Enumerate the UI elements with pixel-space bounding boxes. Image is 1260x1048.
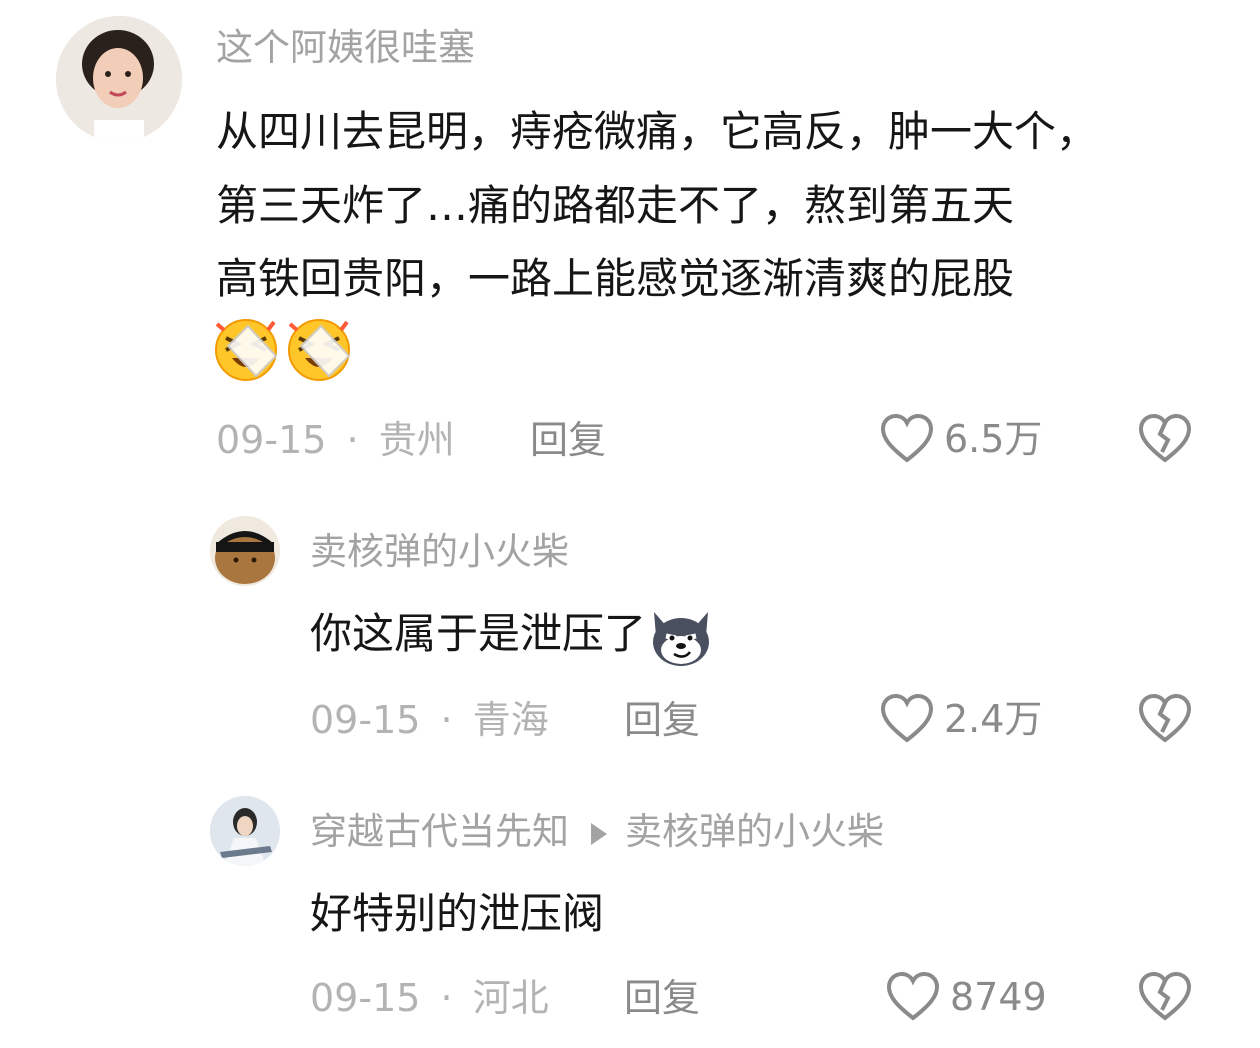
like-count: 2.4万 xyxy=(944,697,1043,741)
broken-heart-icon[interactable] xyxy=(1138,972,1192,1022)
reply-button[interactable]: 回复 xyxy=(624,696,700,744)
comment-date: 09-15 xyxy=(310,976,421,1020)
comment-location: 贵州 xyxy=(378,418,455,462)
comment-username[interactable]: 这个阿姨很哇塞 xyxy=(216,24,475,72)
reply-to-username[interactable]: 卖核弹的小火柴 xyxy=(625,810,884,853)
comment-text-row: 你这属于是泄压了 xyxy=(310,598,716,670)
comment-location: 青海 xyxy=(472,698,549,742)
laughing-crying-emoji xyxy=(288,319,351,381)
heart-icon xyxy=(880,414,934,463)
comment-meta: 09-15 · 青海 xyxy=(310,696,549,744)
comment-text-line: 高铁回贵阳，一路上能感觉逐渐清爽的屁股 xyxy=(216,254,1015,303)
meta-separator: · xyxy=(346,418,359,462)
broken-heart-icon[interactable] xyxy=(1138,694,1192,744)
meta-separator: · xyxy=(440,976,453,1020)
like-button[interactable]: 8749 xyxy=(886,972,1047,1022)
avatar[interactable] xyxy=(56,16,182,142)
husky-smirk-emoji xyxy=(653,611,710,666)
comment-text: 你这属于是泄压了 xyxy=(310,609,647,658)
reply-button[interactable]: 回复 xyxy=(530,416,606,464)
laughing-crying-emoji xyxy=(215,319,278,381)
avatar[interactable] xyxy=(210,516,280,586)
comment-meta: 09-15 · 河北 xyxy=(310,974,549,1022)
broken-heart-icon[interactable] xyxy=(1138,414,1192,464)
meta-separator: · xyxy=(440,698,453,742)
reply-arrow-icon xyxy=(591,822,607,845)
comment-username-row: 穿越古代当先知 卖核弹的小火柴 xyxy=(310,808,884,856)
comment-meta: 09-15 · 贵州 xyxy=(216,416,455,464)
comment-date: 09-15 xyxy=(216,418,327,462)
heart-icon xyxy=(886,972,940,1021)
like-count: 6.5万 xyxy=(944,417,1043,461)
comment-date: 09-15 xyxy=(310,698,421,742)
avatar[interactable] xyxy=(210,796,280,866)
comment-text-line: 从四川去昆明，痔疮微痛，它高反，肿一大个， xyxy=(216,107,1099,156)
comment-username[interactable]: 卖核弹的小火柴 xyxy=(310,528,569,576)
reply-button[interactable]: 回复 xyxy=(624,974,700,1022)
heart-icon xyxy=(880,694,934,743)
comment-location: 河北 xyxy=(472,976,549,1020)
comment-text: 好特别的泄压阀 xyxy=(310,889,605,938)
like-button[interactable]: 6.5万 xyxy=(880,414,1042,464)
comment-text-line: 第三天炸了…痛的路都走不了，熬到第五天 xyxy=(216,181,1015,230)
like-button[interactable]: 2.4万 xyxy=(880,694,1042,744)
emoji-row xyxy=(212,316,353,382)
like-count: 8749 xyxy=(950,975,1047,1019)
comment-username[interactable]: 穿越古代当先知 xyxy=(310,810,569,853)
